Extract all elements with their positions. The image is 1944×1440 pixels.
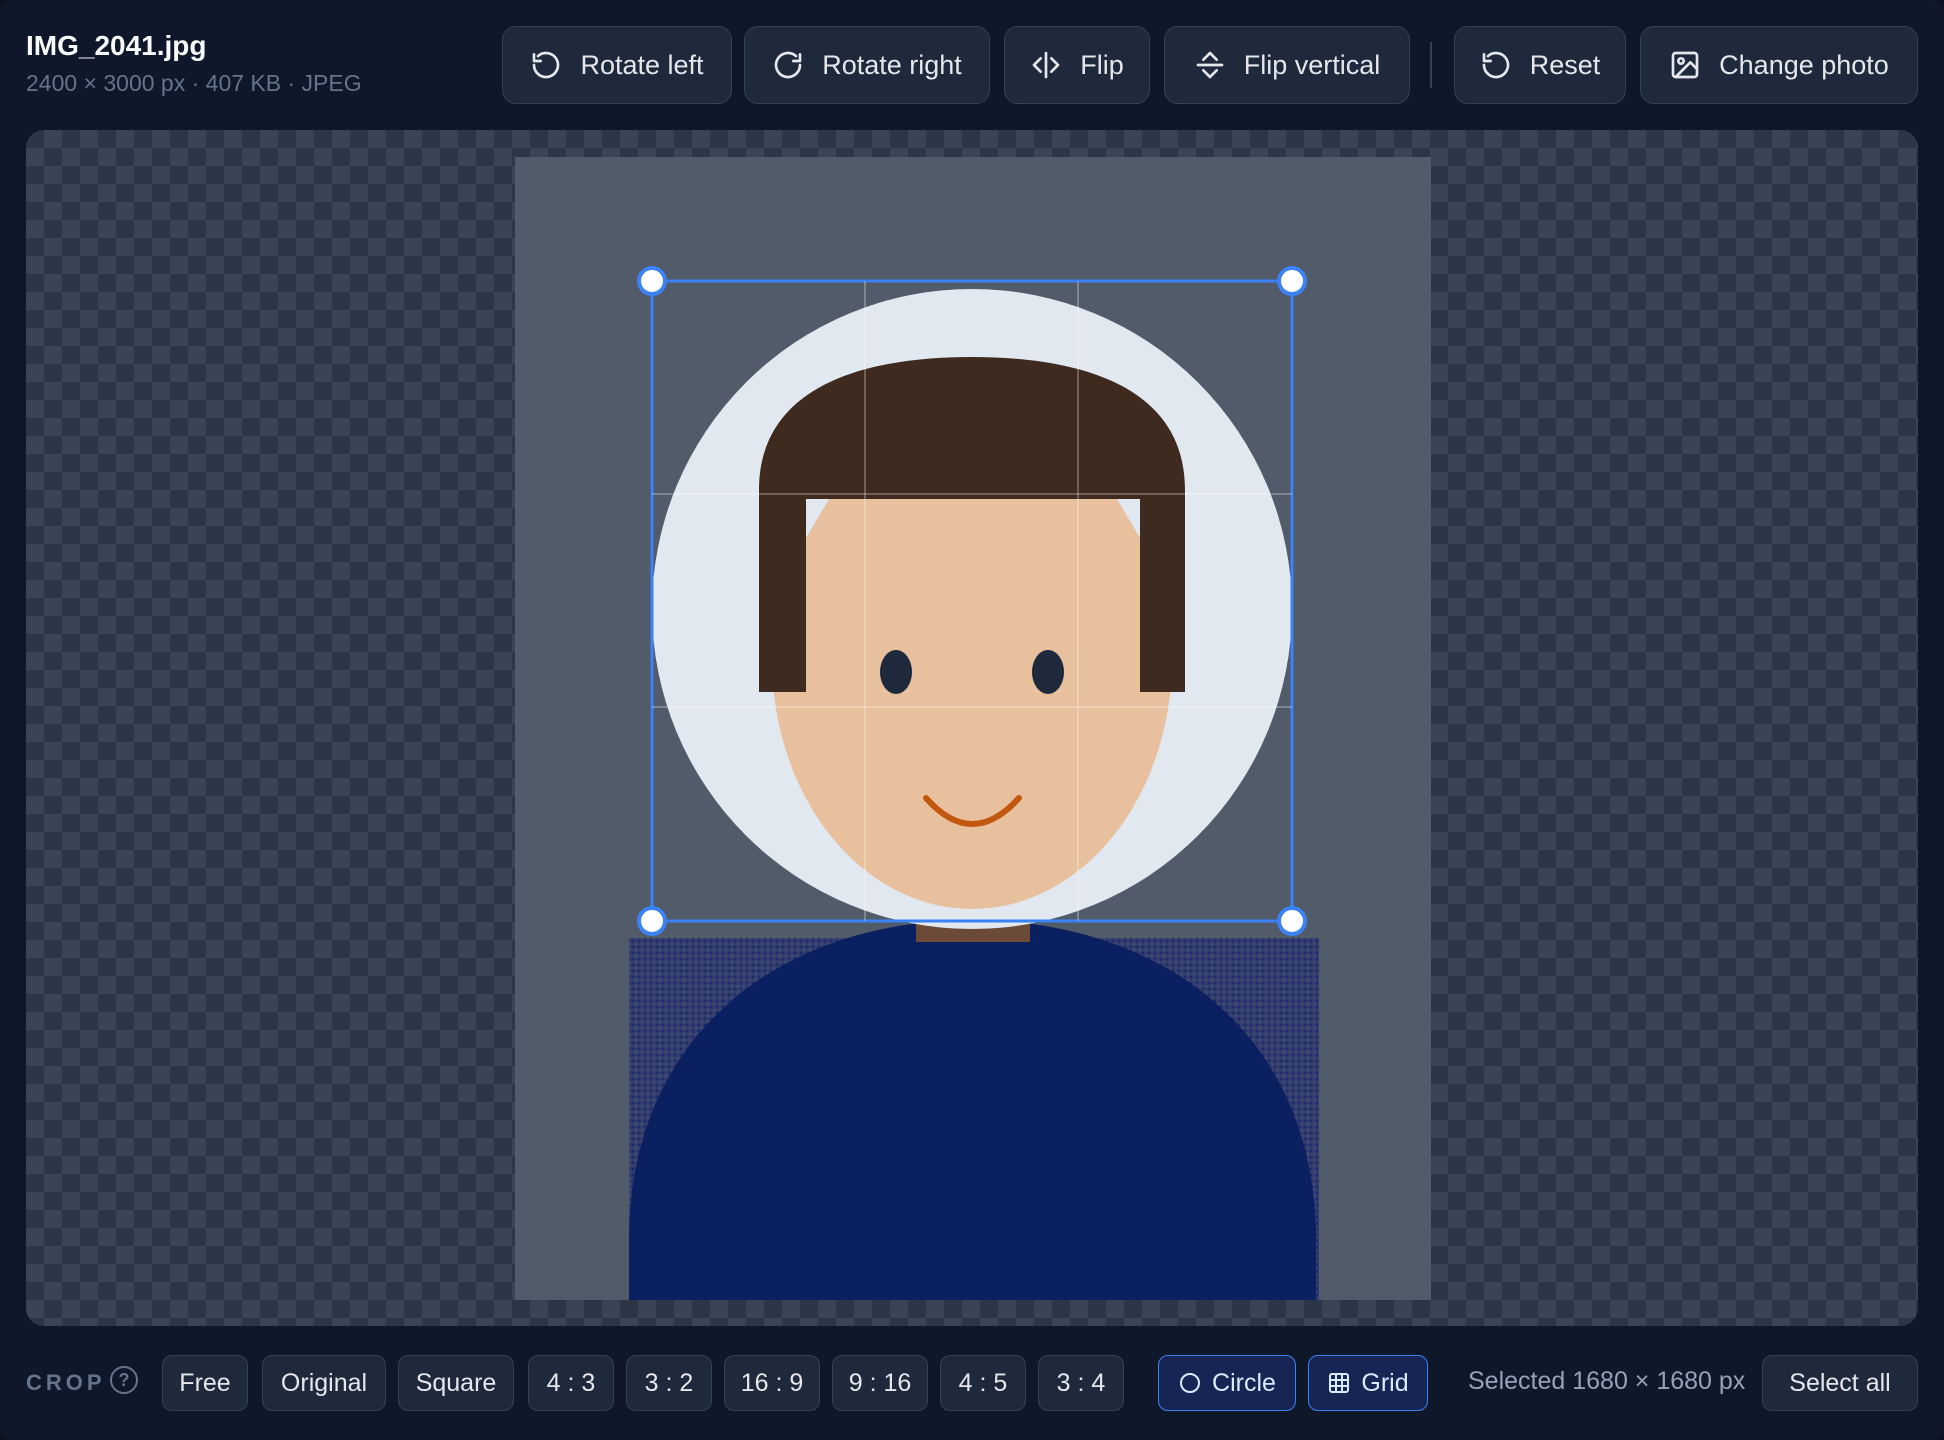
crop-label: CROP (26, 1370, 106, 1395)
crop-option-4-5[interactable]: 4 : 5 (940, 1355, 1026, 1411)
crop-handle-bottom-right[interactable] (1277, 906, 1307, 936)
circle-toggle-label: Circle (1212, 1368, 1276, 1397)
select-all-button[interactable]: Select all (1762, 1355, 1918, 1411)
selection-size: Selected 1680 × 1680 px (1468, 1367, 1746, 1395)
crop-option-16-9[interactable]: 16 : 9 (724, 1355, 820, 1411)
reset-label: Reset (1529, 49, 1601, 80)
circle-icon (1180, 1373, 1201, 1393)
crop-option-3-4[interactable]: 3 : 4 (1038, 1355, 1124, 1411)
help-icon[interactable]: ? (110, 1366, 138, 1394)
rotate-left-button[interactable]: Rotate left (502, 26, 732, 104)
flip-horizontal-icon (1032, 51, 1060, 79)
flip-vertical-button[interactable]: Flip vertical (1164, 26, 1410, 104)
grid-toggle[interactable]: Grid (1308, 1355, 1428, 1411)
flip-button[interactable]: Flip (1004, 26, 1150, 104)
change-photo-label: Change photo (1719, 49, 1889, 80)
reset-button[interactable]: Reset (1454, 26, 1626, 104)
flip-vertical-icon (1196, 51, 1224, 79)
rotate-left-label: Rotate left (580, 49, 704, 80)
crop-handle-top-right[interactable] (1277, 266, 1307, 296)
change-photo-button[interactable]: Change photo (1640, 26, 1918, 104)
crop-option-free[interactable]: Free (162, 1355, 248, 1411)
crop-option-4-3[interactable]: 4 : 3 (528, 1355, 614, 1411)
photo-preview (515, 157, 1431, 1300)
reset-icon (1482, 51, 1510, 79)
crop-option-original[interactable]: Original (262, 1355, 386, 1411)
left-eye (880, 650, 912, 694)
grid-icon (1329, 1373, 1350, 1393)
crop-option-3-2[interactable]: 3 : 2 (626, 1355, 712, 1411)
file-name: IMG_2041.jpg (26, 30, 207, 61)
grid-toggle-label: Grid (1361, 1368, 1409, 1397)
crop-handle-top-left[interactable] (637, 266, 667, 296)
circle-toggle[interactable]: Circle (1158, 1355, 1296, 1411)
rotate-left-icon (533, 51, 560, 79)
flip-label: Flip (1080, 49, 1124, 80)
crop-handle-bottom-left[interactable] (637, 906, 667, 936)
crop-option-9-16[interactable]: 9 : 16 (832, 1355, 928, 1411)
file-meta: 2400 × 3000 px · 407 KB · JPEG (26, 70, 362, 96)
right-eye (1032, 650, 1064, 694)
rotate-right-icon (774, 51, 802, 79)
flip-vertical-label: Flip vertical (1243, 49, 1381, 80)
crop-canvas[interactable] (26, 130, 1918, 1326)
crop-editor: IMG_2041.jpg 2400 × 3000 px · 407 KB · J… (0, 0, 1944, 1440)
rotate-right-label: Rotate right (822, 49, 962, 80)
rotate-right-button[interactable]: Rotate right (744, 26, 990, 104)
crop-option-square[interactable]: Square (398, 1355, 514, 1411)
toolbar-divider (1430, 42, 1432, 88)
image-icon (1671, 51, 1699, 79)
